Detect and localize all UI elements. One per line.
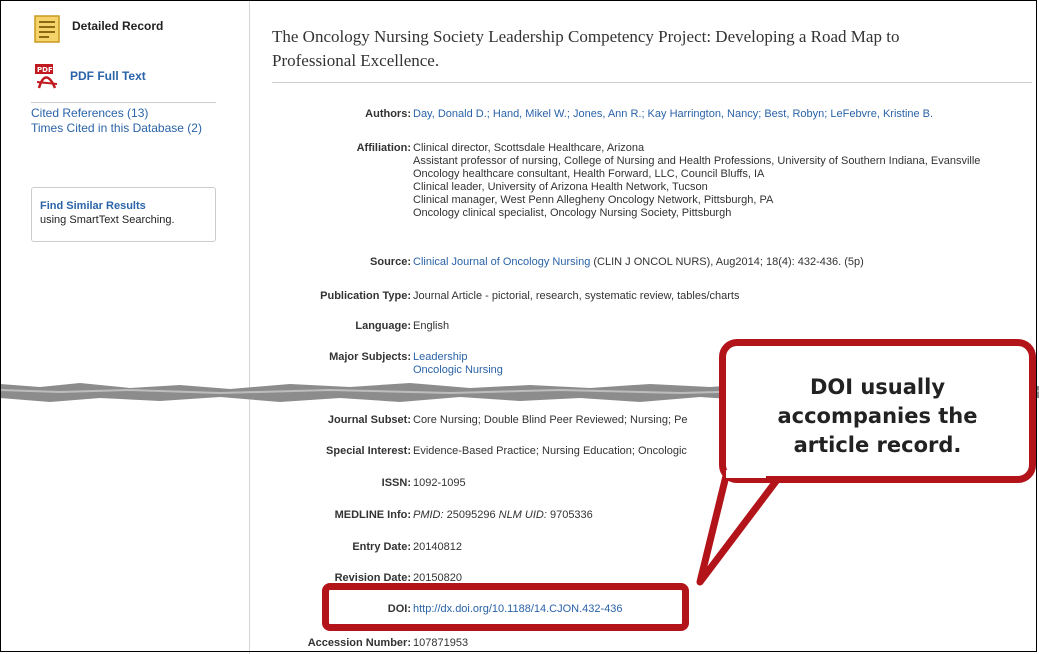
image-frame <box>0 0 1037 652</box>
